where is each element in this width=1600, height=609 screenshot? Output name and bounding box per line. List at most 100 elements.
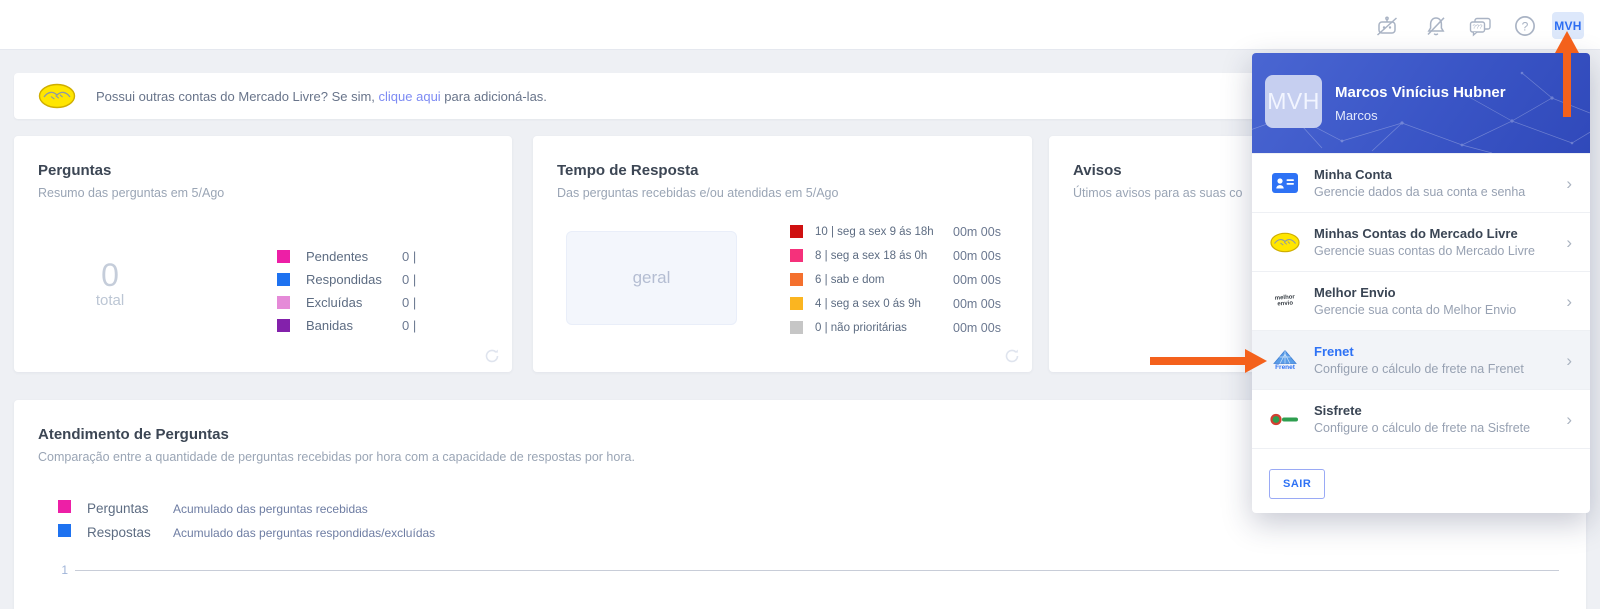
bot-disabled-icon[interactable] (1375, 15, 1399, 37)
frenet-icon: Frenet (1268, 349, 1302, 371)
legend-label: 0 | não prioritárias (815, 321, 907, 334)
melhor-envio-icon: melhor envio (1274, 294, 1295, 308)
chat-icon[interactable]: ??? (1468, 15, 1492, 37)
legend-swatch (277, 318, 290, 332)
legend-time: 00m 00s (953, 296, 1001, 311)
legend-swatch (790, 225, 803, 238)
clique-aqui-link[interactable]: clique aqui (379, 89, 441, 104)
svg-text:?: ? (1522, 19, 1529, 33)
menu-item-title: Frenet (1314, 344, 1354, 359)
legend-label: Perguntas (87, 501, 149, 516)
legend-time: 00m 00s (953, 320, 1001, 335)
legend-item: 4 | seg a sex 0 ás 9h 00m 00s (790, 296, 1020, 311)
legend-swatch (58, 524, 71, 537)
app-screen: ??? ? MVH Possui outras contas do Mercad… (0, 0, 1600, 609)
legend-value: 0 | (402, 317, 417, 333)
geral-box[interactable]: geral (566, 231, 737, 325)
legend-label: 10 | seg a sex 9 ás 18h (815, 225, 934, 238)
menu-item-minha-conta[interactable]: Minha Conta Gerencie dados da sua conta … (1252, 153, 1590, 212)
perguntas-total: 0 total (60, 257, 160, 309)
menu-item-melhor-envio[interactable]: melhor envio Melhor Envio Gerencie sua co… (1252, 271, 1590, 330)
menu-item-desc: Gerencie suas contas do Mercado Livre (1314, 244, 1535, 258)
legend-item: Banidas 0 | (277, 317, 497, 333)
id-card-icon (1268, 173, 1302, 193)
legend-item: 0 | não prioritárias 00m 00s (790, 320, 1020, 335)
menu-item-desc: Gerencie sua conta do Melhor Envio (1314, 303, 1517, 317)
legend-item: 8 | seg a sex 18 ás 0h 00m 00s (790, 248, 1020, 263)
legend-label: Pendentes (306, 248, 369, 264)
annotation-arrow-up-shaft (1563, 51, 1571, 117)
annotation-arrow-right-shaft (1150, 357, 1247, 365)
total-label: total (95, 292, 125, 309)
legend-item: Perguntas Acumulado das perguntas recebi… (58, 500, 368, 516)
menu-item-desc: Configure o cálculo de frete na Frenet (1314, 362, 1524, 376)
menu-item-title: Melhor Envio (1314, 285, 1396, 300)
y-axis-tick: 1 (61, 563, 68, 577)
chevron-right-icon: › (1566, 350, 1572, 370)
menu-item-contas-mercado-livre[interactable]: Minhas Contas do Mercado Livre Gerencie … (1252, 212, 1590, 271)
annotation-arrow-right-head (1245, 349, 1267, 373)
notifications-off-icon[interactable] (1424, 15, 1448, 37)
dropdown-header: MVH Marcos Vinícius Hubner Marcos (1252, 53, 1590, 153)
total-value: 0 (101, 257, 119, 293)
menu-item-desc: Configure o cálculo de frete na Sisfrete (1314, 421, 1531, 435)
chart-gridline (75, 570, 1559, 571)
menu-item-title: Minha Conta (1314, 167, 1392, 182)
perguntas-subtitle: Resumo das perguntas em 5/Ago (38, 186, 225, 200)
legend-item: 6 | sab e dom 00m 00s (790, 273, 1020, 287)
legend-swatch (790, 249, 803, 262)
legend-label: 6 | sab e dom (815, 273, 885, 286)
legend-label: Banidas (306, 317, 353, 333)
legend-label: 4 | seg a sex 0 ás 9h (815, 297, 921, 310)
refresh-icon[interactable] (1004, 348, 1020, 364)
legend-item: Respostas Acumulado das perguntas respon… (58, 524, 435, 540)
geral-label: geral (632, 268, 671, 287)
mercado-livre-icon (1268, 232, 1302, 253)
perguntas-card: Perguntas Resumo das perguntas em 5/Ago … (14, 136, 512, 372)
legend-desc: Acumulado das perguntas recebidas (173, 502, 368, 516)
legend-item: Excluídas 0 | (277, 294, 497, 310)
chevron-right-icon: › (1566, 232, 1572, 252)
legend-swatch (277, 295, 290, 309)
menu-item-frenet[interactable]: Frenet Frenet Configure o cálculo de fre… (1252, 330, 1590, 389)
menu-item-texts: Minha Conta Gerencie dados da sua conta … (1314, 167, 1558, 199)
menu-item-desc: Gerencie dados da sua conta e senha (1314, 185, 1526, 199)
menu-item-title: Sisfrete (1314, 403, 1362, 418)
legend-swatch (790, 321, 803, 334)
sair-button[interactable]: SAIR (1269, 469, 1326, 499)
menu-item-texts: Melhor Envio Gerencie sua conta do Melho… (1314, 285, 1558, 317)
user-dropdown-menu: MVH Marcos Vinícius Hubner Marcos Minha … (1252, 53, 1590, 513)
dropdown-user-name: Marcos Vinícius Hubner (1335, 84, 1506, 101)
svg-text:???: ??? (1472, 25, 1483, 31)
legend-time: 00m 00s (953, 224, 1001, 239)
annotation-arrow-up-head (1555, 31, 1579, 53)
legend-label: Respostas (87, 525, 151, 540)
legend-desc: Acumulado das perguntas respondidas/excl… (173, 526, 436, 540)
legend-time: 00m 00s (953, 248, 1001, 263)
legend-item: Pendentes 0 | (277, 248, 497, 264)
sisfrete-icon (1268, 413, 1302, 426)
legend-label: Excluídas (306, 294, 363, 310)
legend-swatch (277, 249, 290, 263)
topbar: ??? ? MVH (0, 0, 1600, 50)
refresh-icon[interactable] (484, 348, 500, 364)
chevron-right-icon: › (1566, 173, 1572, 193)
dropdown-user-subtitle: Marcos (1335, 108, 1378, 123)
dropdown-avatar: MVH (1265, 75, 1322, 128)
dropdown-footer: SAIR (1252, 448, 1590, 513)
menu-item-sisfrete[interactable]: Sisfrete Configure o cálculo de frete na… (1252, 389, 1590, 448)
chevron-right-icon: › (1566, 409, 1572, 429)
help-icon[interactable]: ? (1513, 15, 1537, 37)
menu-item-title: Minhas Contas do Mercado Livre (1314, 226, 1518, 241)
legend-item: Respondidas 0 | (277, 271, 497, 287)
menu-item-texts: Frenet Configure o cálculo de frete na F… (1314, 344, 1558, 376)
legend-value: 0 | (402, 271, 417, 287)
legend-label: 8 | seg a sex 18 ás 0h (815, 249, 928, 262)
tempo-resposta-card: Tempo de Resposta Das perguntas recebida… (533, 136, 1032, 372)
legend-value: 0 | (402, 294, 417, 310)
menu-item-texts: Minhas Contas do Mercado Livre Gerencie … (1314, 226, 1558, 258)
legend-item: 10 | seg a sex 9 ás 18h 00m 00s (790, 224, 1020, 239)
menu-item-texts: Sisfrete Configure o cálculo de frete na… (1314, 403, 1558, 435)
mercado-livre-icon (38, 83, 76, 109)
chevron-right-icon: › (1566, 291, 1572, 311)
